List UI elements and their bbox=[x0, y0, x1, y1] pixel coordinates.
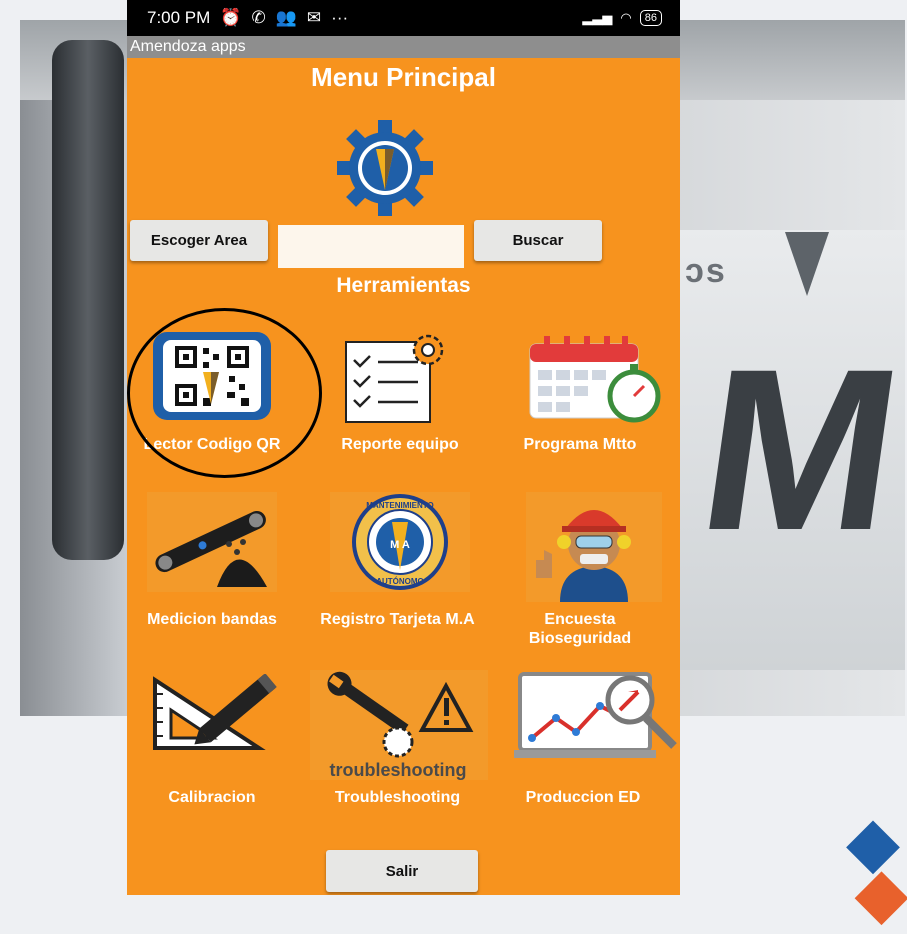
tile-produccion-ed[interactable]: Produccion ED bbox=[500, 670, 680, 810]
worker-thumbs-up-icon bbox=[526, 492, 662, 602]
tile-label: Calibracion bbox=[168, 789, 256, 806]
background-big-letter: M bbox=[687, 321, 907, 578]
tile-label: Lector Codigo QR bbox=[143, 436, 281, 453]
ruler-set-square-icon bbox=[153, 674, 277, 750]
tile-label: Produccion ED bbox=[525, 789, 641, 806]
search-input[interactable] bbox=[278, 225, 464, 268]
section-title: Herramientas bbox=[336, 274, 471, 297]
phone-screen: 7:00 PM ⏰ ✆ 👥 ✉ ··· ▂▃▅ ◠ 86 Amendoza ap… bbox=[127, 0, 680, 895]
svg-text:troubleshooting: troubleshooting bbox=[330, 760, 467, 780]
clock: 7:00 PM bbox=[147, 8, 211, 27]
tile-registro-tarjeta-ma[interactable]: M A MANTENIMIENTO AUTÓNOMO Registro Tarj… bbox=[310, 492, 490, 662]
wrench-warning-icon: troubleshooting bbox=[310, 670, 488, 780]
more-icon: ··· bbox=[331, 8, 349, 27]
wifi-icon: ◠ bbox=[620, 10, 632, 25]
people-icon: 👥 bbox=[275, 8, 297, 27]
tile-reporte-equipo[interactable]: Reporte equipo bbox=[310, 330, 490, 475]
svg-text:MANTENIMIENTO: MANTENIMIENTO bbox=[366, 501, 433, 510]
tile-troubleshooting[interactable]: troubleshooting Troubleshooting bbox=[310, 670, 490, 810]
app-title-bar: Amendoza apps bbox=[127, 36, 680, 58]
conveyor-belt-icon bbox=[147, 492, 277, 592]
checklist-gear-icon bbox=[345, 334, 444, 423]
tile-label: Registro Tarjeta M.A bbox=[320, 611, 475, 628]
tile-encuesta-bioseguridad[interactable]: Encuesta Bioseguridad bbox=[500, 492, 680, 662]
mantenimiento-autonomo-badge-icon: M A MANTENIMIENTO AUTÓNOMO bbox=[330, 492, 470, 592]
calendar-stopwatch-icon bbox=[529, 336, 661, 423]
tile-medicion-bandas[interactable]: Medicion bandas bbox=[137, 492, 307, 662]
gmail-icon: ✉ bbox=[306, 8, 322, 27]
corner-logo bbox=[809, 806, 907, 933]
whatsapp-icon: ✆ bbox=[251, 8, 266, 27]
tile-programa-mtto[interactable]: Programa Mtto bbox=[500, 330, 680, 475]
status-bar: 7:00 PM ⏰ ✆ 👥 ✉ ··· ▂▃▅ ◠ 86 bbox=[127, 0, 680, 36]
svg-text:AUTÓNOMO: AUTÓNOMO bbox=[376, 577, 424, 586]
qr-code-icon bbox=[153, 332, 271, 420]
search-button[interactable]: Buscar bbox=[474, 220, 602, 261]
background-arrow bbox=[785, 232, 829, 296]
signal-icon: ▂▃▅ bbox=[582, 10, 613, 25]
exit-button[interactable]: Salir bbox=[326, 850, 478, 892]
tile-label: Reporte equipo bbox=[341, 436, 459, 453]
tile-label: Medicion bandas bbox=[147, 611, 277, 628]
battery-icon: 86 bbox=[639, 10, 662, 26]
app-title: Amendoza apps bbox=[130, 38, 246, 55]
background-pole bbox=[52, 40, 124, 560]
tile-label: Encuesta Bioseguridad bbox=[528, 611, 632, 647]
background-sign-text: ɔs bbox=[685, 252, 727, 290]
tile-label: Troubleshooting bbox=[334, 789, 461, 806]
tile-label: Programa Mtto bbox=[523, 436, 637, 453]
tile-lector-codigo-qr[interactable]: Lector Codigo QR bbox=[127, 330, 302, 475]
gear-logo-icon bbox=[337, 120, 433, 216]
svg-text:M A: M A bbox=[390, 539, 410, 551]
tile-calibracion[interactable]: Calibracion bbox=[137, 670, 307, 810]
choose-area-button[interactable]: Escoger Area bbox=[130, 220, 268, 261]
alarm-icon: ⏰ bbox=[220, 8, 242, 27]
laptop-chart-magnifier-icon bbox=[514, 672, 677, 758]
page-title: Menu Principal bbox=[311, 62, 496, 92]
